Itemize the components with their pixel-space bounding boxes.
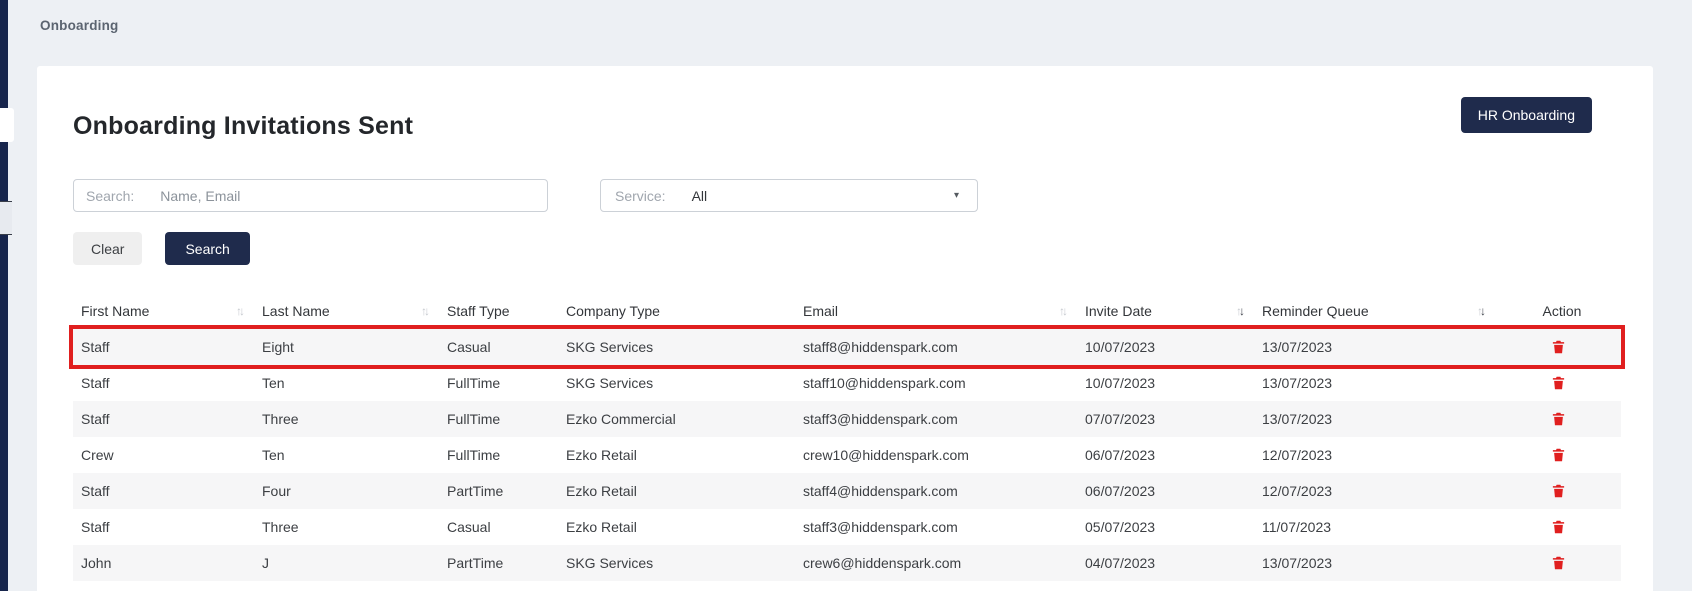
- table-row[interactable]: Staff Ten FullTime SKG Services staff10@…: [73, 365, 1621, 401]
- search-label: Search:: [86, 187, 135, 204]
- table-body: Staff Eight Casual SKG Services staff8@h…: [73, 329, 1621, 581]
- hr-onboarding-button[interactable]: HR Onboarding: [1460, 97, 1592, 133]
- delete-invitation-button[interactable]: [1547, 337, 1570, 357]
- column-header-company-type: Company Type: [566, 303, 660, 319]
- sort-icon[interactable]: ↑ ↓: [1236, 304, 1245, 318]
- column-header-email[interactable]: Email ↑ ↓: [795, 303, 1077, 319]
- search-input[interactable]: [160, 187, 535, 204]
- column-header-action: Action: [1542, 303, 1582, 319]
- filter-buttons-row: Clear Search: [73, 232, 1617, 265]
- filters-row: Search: Service: All ▾: [73, 179, 1617, 212]
- trash-icon: [1552, 340, 1564, 354]
- delete-invitation-button[interactable]: [1547, 373, 1570, 393]
- sort-icon[interactable]: ↑ ↓: [421, 304, 430, 318]
- delete-invitation-button[interactable]: [1547, 517, 1570, 537]
- table-row[interactable]: Staff Four PartTime Ezko Retail staff4@h…: [73, 473, 1621, 509]
- delete-invitation-button[interactable]: [1547, 409, 1570, 429]
- chevron-down-icon: ▾: [953, 190, 959, 201]
- trash-icon: [1552, 556, 1564, 570]
- table-header-row: First Name ↑ ↓ Last Name ↑ ↓ Staff Type Co…: [73, 293, 1621, 329]
- invitations-table: First Name ↑ ↓ Last Name ↑ ↓ Staff Type Co…: [73, 293, 1621, 581]
- table-row[interactable]: Staff Eight Casual SKG Services staff8@h…: [73, 329, 1621, 365]
- delete-invitation-button[interactable]: [1547, 445, 1570, 465]
- sort-icon[interactable]: ↑ ↓: [1477, 304, 1486, 318]
- delete-invitation-button[interactable]: [1547, 553, 1570, 573]
- trash-icon: [1552, 520, 1564, 534]
- column-header-invite-date[interactable]: Invite Date ↑ ↓: [1077, 303, 1254, 319]
- search-box[interactable]: Search:: [73, 179, 548, 212]
- trash-icon: [1552, 412, 1564, 426]
- table-row[interactable]: Staff Three Casual Ezko Retail staff3@hi…: [73, 509, 1621, 545]
- clear-button[interactable]: Clear: [73, 232, 143, 265]
- column-header-staff-type: Staff Type: [447, 303, 510, 319]
- table-row[interactable]: John J PartTime SKG Services crew6@hidde…: [73, 545, 1621, 581]
- sort-icon[interactable]: ↑ ↓: [1059, 304, 1068, 318]
- trash-icon: [1552, 448, 1564, 462]
- table-row[interactable]: Staff Three FullTime Ezko Commercial sta…: [73, 401, 1621, 437]
- onboarding-invitations-card: HR Onboarding Onboarding Invitations Sen…: [37, 66, 1653, 591]
- table-row[interactable]: Crew Ten FullTime Ezko Retail crew10@hid…: [73, 437, 1621, 473]
- column-header-first-name[interactable]: First Name ↑ ↓: [73, 303, 254, 319]
- trash-icon: [1552, 484, 1564, 498]
- column-header-reminder-queue[interactable]: Reminder Queue ↑ ↓: [1254, 303, 1495, 319]
- sort-icon[interactable]: ↑ ↓: [236, 304, 245, 318]
- breadcrumb: Onboarding: [40, 18, 119, 33]
- trash-icon: [1552, 376, 1564, 390]
- collapsed-sidebar: [0, 0, 8, 591]
- service-select[interactable]: Service: All ▾: [600, 179, 978, 212]
- delete-invitation-button[interactable]: [1547, 481, 1570, 501]
- search-button[interactable]: Search: [165, 232, 250, 265]
- service-label: Service:: [615, 187, 666, 204]
- service-selected-value: All: [691, 187, 708, 204]
- page-title: Onboarding Invitations Sent: [73, 112, 414, 140]
- sidebar-active-item-peek[interactable]: [0, 108, 14, 142]
- sidebar-item-peek: [0, 201, 12, 235]
- column-header-last-name[interactable]: Last Name ↑ ↓: [254, 303, 439, 319]
